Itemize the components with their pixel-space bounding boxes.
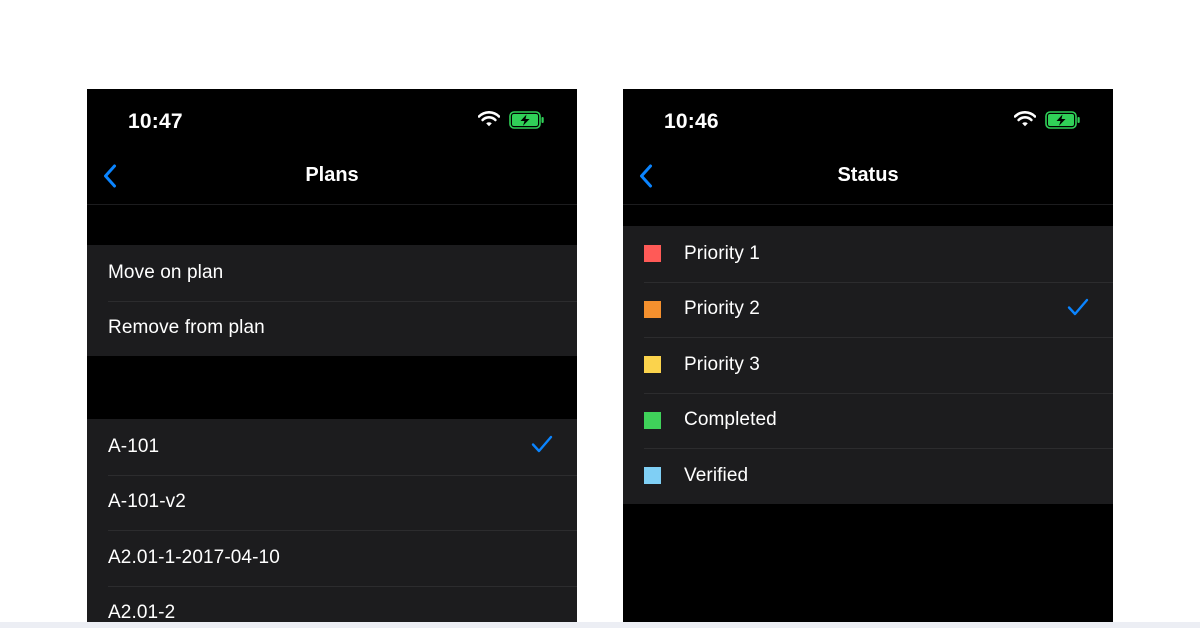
- remove-from-plan-row[interactable]: Remove from plan: [87, 300, 577, 357]
- status-label: Completed: [684, 409, 777, 431]
- status-color-swatch: [644, 356, 661, 374]
- status-priority-3-row[interactable]: Priority 3: [623, 337, 1113, 393]
- page-title: Plans: [305, 164, 359, 186]
- status-completed-row[interactable]: Completed: [623, 392, 1113, 449]
- list-item[interactable]: A-101: [87, 419, 577, 475]
- navigation-bar: Plans: [87, 149, 577, 205]
- plan-name: A2.01-1-2017-04-10: [108, 546, 280, 568]
- status-screen: 10:46 Status Priority 1 Priority 2 Prior…: [623, 89, 1113, 623]
- status-time: 10:46: [664, 110, 719, 133]
- checkmark-icon: [531, 435, 553, 459]
- status-color-swatch: [644, 467, 661, 485]
- checkmark-icon: [1067, 298, 1089, 322]
- status-color-swatch: [644, 411, 661, 429]
- status-label: Priority 1: [684, 242, 760, 264]
- wifi-icon: [477, 111, 501, 132]
- status-priority-2-row[interactable]: Priority 2: [623, 281, 1113, 338]
- status-color-swatch: [644, 300, 661, 318]
- status-priority-1-row[interactable]: Priority 1: [623, 226, 1113, 282]
- status-bar: 10:47: [87, 89, 577, 149]
- status-label: Priority 3: [684, 353, 760, 375]
- row-label: Remove from plan: [108, 317, 265, 339]
- status-time: 10:47: [128, 110, 183, 133]
- plan-name: A-101: [108, 435, 160, 457]
- battery-charging-icon: [509, 111, 545, 134]
- page-bottom-divider: [0, 622, 1200, 628]
- page-title: Status: [837, 164, 899, 186]
- status-label: Priority 2: [684, 298, 760, 320]
- move-on-plan-row[interactable]: Move on plan: [87, 245, 577, 301]
- list-item[interactable]: A2.01-1-2017-04-10: [87, 530, 577, 586]
- status-verified-row[interactable]: Verified: [623, 448, 1113, 504]
- plan-actions-group: Move on plan Remove from plan: [87, 245, 577, 356]
- list-item[interactable]: A2.01-2: [87, 585, 577, 623]
- plans-screen: 10:47 Plans Move on plan Remove from pla…: [87, 89, 577, 623]
- status-bar: 10:46: [623, 89, 1113, 149]
- plan-name: A-101-v2: [108, 491, 186, 513]
- battery-charging-icon: [1045, 111, 1081, 134]
- wifi-icon: [1013, 111, 1037, 132]
- status-color-swatch: [644, 245, 661, 263]
- status-label: Verified: [684, 464, 749, 486]
- status-list: Priority 1 Priority 2 Priority 3 Complet…: [623, 226, 1113, 504]
- plan-name: A2.01-2: [108, 602, 176, 623]
- navigation-bar: Status: [623, 149, 1113, 205]
- plans-list: A-101 A-101-v2 A2.01-1-2017-04-10 A2.01-…: [87, 419, 577, 623]
- row-label: Move on plan: [108, 261, 224, 283]
- list-item[interactable]: A-101-v2: [87, 474, 577, 531]
